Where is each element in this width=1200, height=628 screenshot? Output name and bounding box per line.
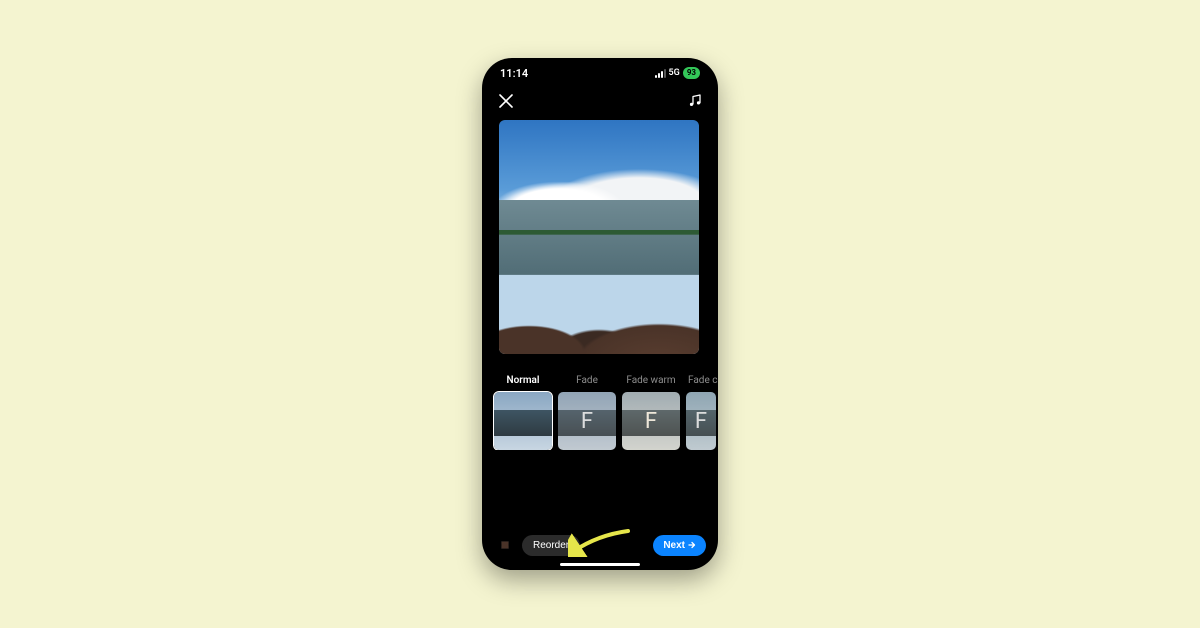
close-icon[interactable] (496, 91, 516, 111)
filter-thumb: F (622, 392, 680, 450)
music-icon[interactable] (684, 91, 704, 111)
filter-normal[interactable]: Normal (494, 374, 552, 450)
status-right: 5G 93 (655, 67, 700, 79)
screenshot-stage: 11:14 5G 93 (0, 0, 1200, 628)
next-label: Next (663, 540, 685, 551)
top-action-row (482, 86, 718, 116)
network-label: 5G (669, 68, 680, 78)
filter-fade-cool[interactable]: Fade cool F (686, 374, 716, 450)
phone-frame: 11:14 5G 93 (482, 58, 718, 570)
filter-fade-warm[interactable]: Fade warm F (622, 374, 680, 450)
filter-letter: F (622, 392, 680, 450)
home-indicator (560, 563, 640, 566)
next-button[interactable]: Next (653, 535, 706, 556)
filter-label: Fade (558, 374, 616, 388)
arrow-right-icon (688, 541, 696, 549)
filter-label: Fade warm (622, 374, 680, 388)
filter-strip[interactable]: Normal Fade F Fade warm F Fade cool F (482, 374, 718, 450)
filter-thumb: F (558, 392, 616, 450)
bottom-bar: Reorder Next (482, 534, 718, 556)
filter-letter: F (558, 392, 616, 450)
reorder-button[interactable]: Reorder (522, 535, 580, 556)
carousel-prev-peek[interactable] (482, 120, 496, 354)
carousel-next-peek[interactable] (702, 120, 716, 354)
status-bar: 11:14 5G 93 (482, 58, 718, 86)
signal-icon (655, 69, 666, 78)
filter-thumb: F (686, 392, 716, 450)
filter-letter: F (686, 392, 716, 450)
gallery-picker-button[interactable] (494, 534, 516, 556)
photo-carousel[interactable] (482, 120, 718, 354)
filter-thumb (494, 392, 552, 450)
filter-fade[interactable]: Fade F (558, 374, 616, 450)
status-time: 11:14 (500, 67, 528, 80)
filter-label: Normal (494, 374, 552, 388)
filter-label: Fade cool (686, 374, 716, 388)
carousel-current-photo[interactable] (499, 120, 699, 354)
battery-icon: 93 (683, 67, 700, 79)
